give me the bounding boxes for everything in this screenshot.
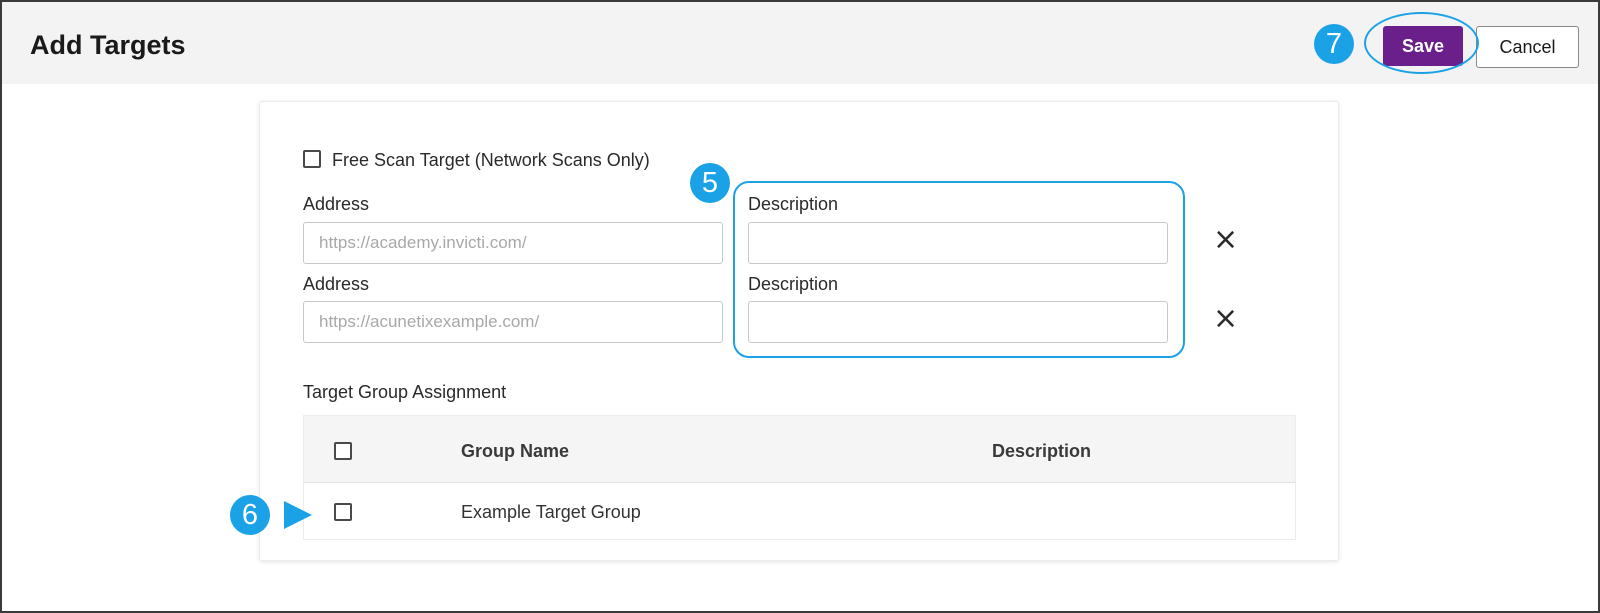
table-row[interactable]: Example Target Group bbox=[304, 483, 1295, 539]
remove-target-icon[interactable]: × bbox=[1213, 225, 1238, 255]
column-header-group-name: Group Name bbox=[461, 441, 570, 461]
select-all-checkbox[interactable] bbox=[334, 442, 352, 460]
page-title: Add Targets bbox=[30, 30, 186, 60]
address-input[interactable] bbox=[303, 301, 723, 343]
free-scan-label: Free Scan Target (Network Scans Only) bbox=[332, 150, 650, 170]
step-badge-7: 7 bbox=[1314, 24, 1354, 64]
remove-target-icon[interactable]: × bbox=[1213, 304, 1238, 334]
cancel-button[interactable]: Cancel bbox=[1476, 26, 1579, 68]
pointer-arrow-icon bbox=[284, 501, 312, 529]
address-label: Address bbox=[303, 194, 370, 214]
group-assignment-label: Target Group Assignment bbox=[303, 382, 507, 402]
address-input[interactable] bbox=[303, 222, 723, 264]
target-group-table: Group Name Description Example Target Gr… bbox=[303, 415, 1296, 540]
page-header: Add Targets Save Cancel bbox=[2, 2, 1598, 84]
table-header: Group Name Description bbox=[304, 416, 1295, 483]
row-checkbox[interactable] bbox=[334, 503, 352, 521]
column-header-description: Description bbox=[992, 441, 1092, 461]
step-badge-5: 5 bbox=[690, 163, 730, 203]
description-highlight-box bbox=[733, 181, 1185, 358]
group-name-cell: Example Target Group bbox=[461, 502, 641, 522]
free-scan-checkbox[interactable] bbox=[303, 150, 321, 168]
step-badge-6: 6 bbox=[230, 495, 270, 535]
save-highlight-ring bbox=[1364, 12, 1479, 74]
address-label: Address bbox=[303, 274, 370, 294]
